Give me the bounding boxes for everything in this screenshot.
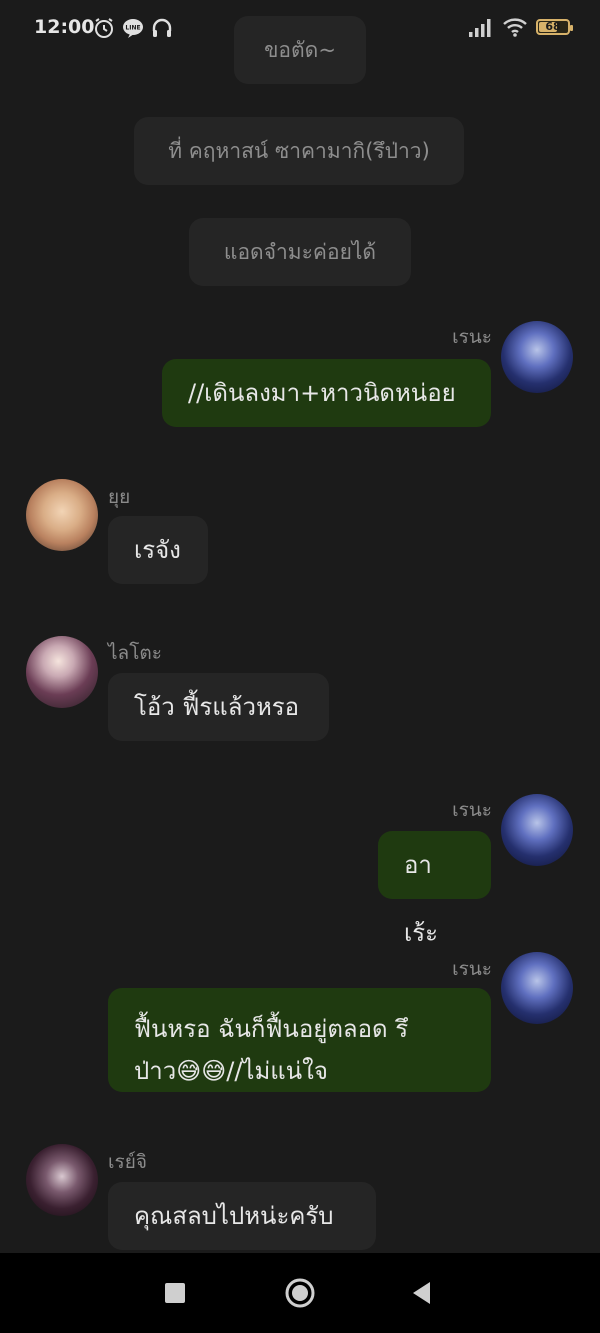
sender-name: ไลโตะ xyxy=(108,642,162,664)
recents-square-icon[interactable] xyxy=(159,1277,191,1309)
sender-name: ยุย xyxy=(108,486,131,508)
back-triangle-icon[interactable] xyxy=(406,1277,438,1309)
avatar[interactable] xyxy=(501,794,573,866)
message-bubble[interactable]: ฟื้นหรอ ฉันก็ฟื้นอยู่ตลอด รึ ป่าว😅😅//ไม่… xyxy=(108,988,491,1092)
sender-name: เรนะ xyxy=(452,326,492,348)
status-time: 12:00 xyxy=(34,16,95,38)
message-line: ฟื้นหรอ ฉันก็ฟื้นอยู่ตลอด รึ xyxy=(134,1015,409,1043)
battery-level: 68 xyxy=(545,20,561,33)
message-bubble[interactable]: อาเร้ะ xyxy=(378,831,491,947)
navigation-bar xyxy=(0,1253,600,1333)
signal-icon xyxy=(469,19,491,37)
wifi-icon xyxy=(503,18,527,37)
sender-name: เรย์จิ xyxy=(108,1151,147,1173)
message-bubble[interactable]: //เดินลงมา+หาวนิดหน่อย xyxy=(162,359,491,427)
system-message: ที่ คฤหาสน์ ซาคามากิ(รึป่าว) xyxy=(134,117,464,185)
svg-text:LINE: LINE xyxy=(125,25,140,32)
home-circle-icon[interactable] xyxy=(284,1277,316,1309)
message-bubble[interactable]: คุณสลบไปหน่ะครับ xyxy=(108,1182,376,1250)
message-bubble[interactable]: เรจัง xyxy=(108,516,208,584)
system-message: แอดจำมะค่อยได้ xyxy=(189,218,411,286)
avatar[interactable] xyxy=(26,636,98,708)
message-line: ป่าว😅😅//ไม่แน่ใจ xyxy=(134,1057,328,1085)
alarm-icon xyxy=(95,18,113,38)
avatar[interactable] xyxy=(26,1144,98,1216)
headphones-icon xyxy=(152,18,172,37)
system-message: ขอตัด~ xyxy=(234,16,366,84)
avatar[interactable] xyxy=(501,952,573,1024)
line-icon: LINE xyxy=(123,19,143,38)
battery-icon: 68 xyxy=(536,19,573,35)
sender-name: เรนะ xyxy=(452,799,492,821)
message-bubble[interactable]: โอ้ว ฟี้รแล้วหรอ xyxy=(108,673,329,741)
sender-name: เรนะ xyxy=(452,958,492,980)
avatar[interactable] xyxy=(501,321,573,393)
avatar[interactable] xyxy=(26,479,98,551)
